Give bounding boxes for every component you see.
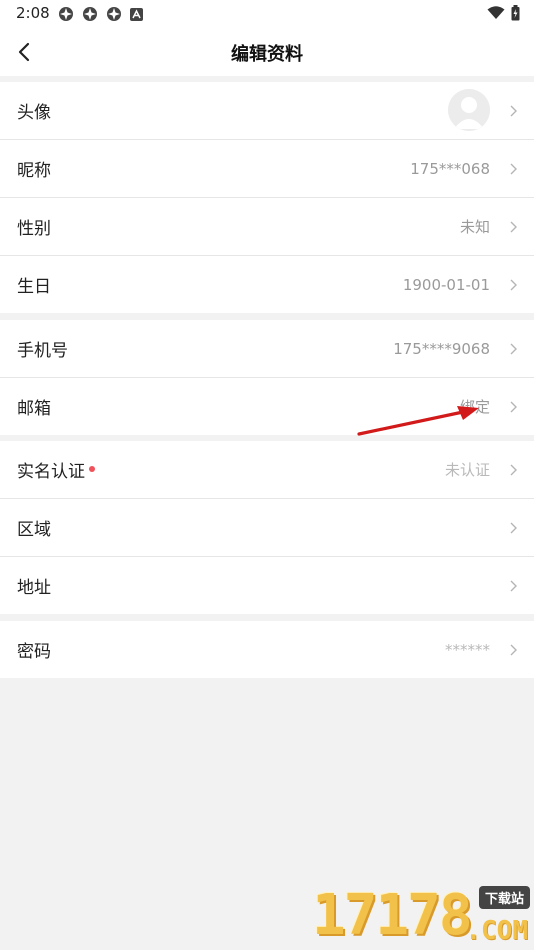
watermark-badge: 下载站 xyxy=(478,886,530,909)
real-name-auth-label: 实名认证 xyxy=(17,462,85,482)
row-address[interactable]: 地址 xyxy=(0,557,534,614)
real-name-auth-value: 未认证 xyxy=(444,461,490,479)
row-password[interactable]: 密码 ****** xyxy=(0,621,534,678)
site-watermark: 17178 下载站 .COM xyxy=(304,880,534,950)
security-group: 密码 ****** xyxy=(0,621,534,678)
row-label-real-name-auth: 实名认证 xyxy=(17,457,95,482)
row-label-gender: 性别 xyxy=(17,219,51,239)
unread-dot xyxy=(89,466,95,472)
row-label-birthday: 生日 xyxy=(17,277,51,297)
default-avatar-icon xyxy=(448,89,490,131)
gender-value: 未知 xyxy=(459,218,490,236)
nav-bar: 编辑资料 xyxy=(0,28,534,76)
row-label-address: 地址 xyxy=(17,578,51,598)
profile-basic-group: 头像 昵称 175***068 性别 未知 生日 1900-01-01 xyxy=(0,82,534,313)
wifi-icon xyxy=(487,6,505,19)
watermark-suffix: .COM xyxy=(465,916,528,946)
chevron-right-icon xyxy=(510,105,517,116)
status-bar: 2:08 xyxy=(0,0,534,28)
chevron-right-icon xyxy=(510,464,517,475)
a-notification-icon xyxy=(130,7,143,21)
row-label-phone: 手机号 xyxy=(17,341,68,361)
page-title: 编辑资料 xyxy=(231,44,303,65)
chevron-right-icon xyxy=(510,221,517,232)
watermark-digits: 17178 xyxy=(312,883,473,948)
password-value: ****** xyxy=(445,640,490,659)
notification-icons xyxy=(58,6,143,22)
row-gender[interactable]: 性别 未知 xyxy=(0,198,534,256)
avatar[interactable] xyxy=(448,89,490,131)
chevron-right-icon xyxy=(510,580,517,591)
row-avatar[interactable]: 头像 xyxy=(0,82,534,140)
row-label-region: 区域 xyxy=(17,520,51,540)
app-notification-icon xyxy=(107,7,121,21)
row-label-avatar: 头像 xyxy=(17,103,51,123)
app-notification-icon xyxy=(83,7,97,21)
chevron-right-icon xyxy=(510,279,517,290)
row-region[interactable]: 区域 xyxy=(0,499,534,557)
row-label-password: 密码 xyxy=(17,642,51,662)
contact-group: 手机号 175****9068 邮箱 绑定 xyxy=(0,320,534,435)
nickname-value: 175***068 xyxy=(410,159,490,178)
chevron-right-icon xyxy=(510,401,517,412)
chevron-right-icon xyxy=(510,644,517,655)
row-label-nickname: 昵称 xyxy=(17,161,51,181)
verification-group: 实名认证 未认证 区域 地址 xyxy=(0,441,534,614)
row-phone[interactable]: 手机号 175****9068 xyxy=(0,320,534,378)
status-right xyxy=(487,5,520,21)
phone-value: 175****9068 xyxy=(393,339,490,358)
row-email[interactable]: 邮箱 绑定 xyxy=(0,378,534,435)
status-time: 2:08 xyxy=(16,4,50,22)
chevron-right-icon xyxy=(510,522,517,533)
email-bind-value: 绑定 xyxy=(459,398,490,416)
row-real-name-auth[interactable]: 实名认证 未认证 xyxy=(0,441,534,499)
chevron-right-icon xyxy=(510,343,517,354)
app-notification-icon xyxy=(59,7,73,21)
row-birthday[interactable]: 生日 1900-01-01 xyxy=(0,256,534,313)
row-nickname[interactable]: 昵称 175***068 xyxy=(0,140,534,198)
battery-icon xyxy=(511,5,520,21)
birthday-value: 1900-01-01 xyxy=(402,275,490,294)
row-label-email: 邮箱 xyxy=(17,399,51,419)
chevron-right-icon xyxy=(510,163,517,174)
